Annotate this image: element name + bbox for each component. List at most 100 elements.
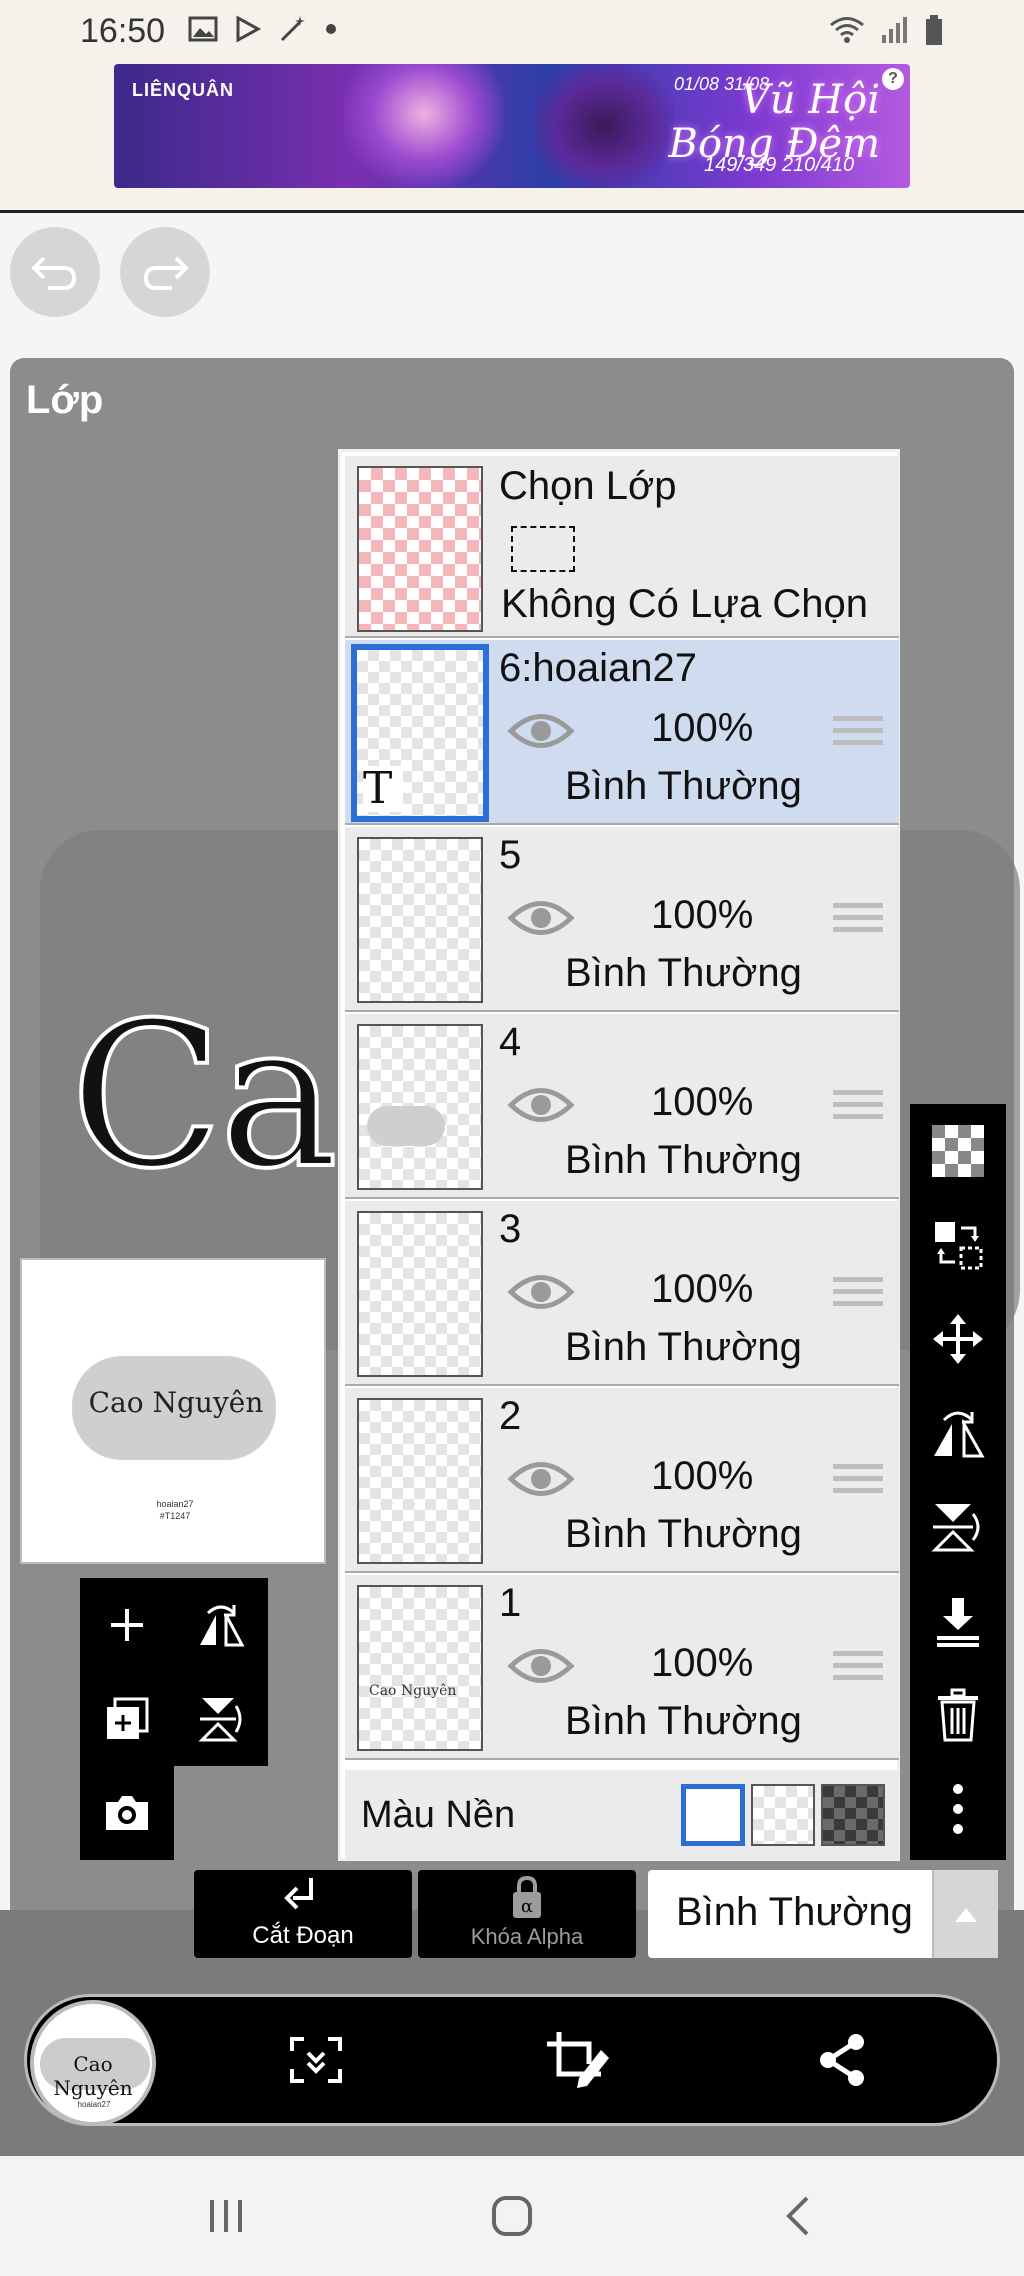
undo-button[interactable] [10,227,100,317]
recent-apps-button[interactable] [186,2186,266,2246]
layer-row-4[interactable]: 4 100% Bình Thường [345,1014,899,1199]
selection-layer-row[interactable]: Chọn Lớp Không Có Lựa Chọn [345,456,899,638]
delete-layer-button[interactable] [910,1668,1006,1762]
layer-blend-mode: Bình Thường [565,1512,802,1556]
swap-layers-icon [935,1222,983,1270]
add-layer-button[interactable] [80,1578,174,1672]
thumbnail-subtext: hoaian27 #T1247 [122,1498,228,1522]
layer-row-3[interactable]: 3 100% Bình Thường [345,1201,899,1386]
layer-thumbnail: T [351,644,489,822]
layer-name: 3 [499,1207,522,1251]
merge-down-button[interactable] [910,1574,1006,1668]
cloud-shape [367,1106,445,1146]
layer-opacity[interactable]: 100% [651,706,753,751]
layer-name: 2 [499,1394,522,1438]
alpha-lock-button[interactable]: α Khóa Alpha [418,1870,636,1958]
add-icon [111,1609,143,1641]
layer-name: 1 [499,1581,522,1625]
move-icon [933,1314,983,1364]
status-bar: 16:50 [0,0,1024,62]
layer-thumbnail [357,1211,483,1377]
wifi-icon [830,17,864,43]
layer-row-2[interactable]: · · · · · 2 100% Bình Thường [345,1388,899,1573]
drag-handle-icon[interactable] [833,716,883,756]
flip-vertical-button[interactable] [174,1672,268,1766]
blend-mode-value: Bình Thường [676,1890,913,1934]
redo-button[interactable] [120,227,210,317]
flip-vertical-icon [931,1504,980,1552]
transparency-button[interactable] [910,1104,1006,1198]
share-button[interactable] [806,2024,878,2096]
layer-opacity[interactable]: 100% [651,1641,753,1686]
layer-opacity[interactable]: 100% [651,1454,753,1499]
home-icon [492,2196,532,2236]
eye-icon[interactable] [507,708,575,754]
layer-opacity[interactable]: 100% [651,1267,753,1312]
drag-handle-icon[interactable] [833,1090,883,1130]
system-nav-bar [0,2156,1024,2276]
swap-layers-button[interactable] [910,1198,1006,1292]
flip-horizontal-icon [934,1411,985,1458]
thumbnail-sub-line2: #T1247 [159,1511,191,1521]
flip-vertical-button[interactable] [910,1480,1006,1574]
ad-info-icon[interactable]: ? [882,68,904,90]
drag-handle-icon[interactable] [833,1464,883,1504]
layer-row-1[interactable]: Cao Nguyên 1 100% Bình Thường [345,1575,899,1760]
canvas-thumbnail[interactable]: Cao Nguyên hoaian27 #T1247 [20,1258,326,1564]
svg-text:α: α [521,1896,533,1917]
move-button[interactable] [910,1292,1006,1386]
recent-apps-icon [210,2200,242,2232]
drag-handle-icon[interactable] [833,903,883,943]
duplicate-layer-button[interactable] [80,1672,174,1766]
ad-banner[interactable]: LIÊNQUÂN 01/08 31/08 Vũ Hội Bóng Đêm 149… [114,64,910,188]
clipping-label: Cắt Đoạn [252,1922,354,1949]
selection-marquee-icon [511,526,575,572]
layer-name: 4 [499,1020,522,1064]
layer-thumb-content: · · · · · [379,1496,431,1510]
drag-handle-icon[interactable] [833,1277,883,1317]
magic-wand-icon [280,16,305,42]
right-layer-toolbar [910,1104,1006,1860]
image-icon [188,16,218,42]
ad-title: Vũ Hội Bóng Đêm [669,78,880,166]
ad-scores: 149/349 210/410 [704,154,855,176]
alpha-lock-label: Khóa Alpha [470,1924,584,1949]
ad-title-line1: Vũ Hội [740,77,880,123]
alpha-lock-icon: α [513,1875,541,1918]
layer-opacity[interactable]: 100% [651,1080,753,1125]
camera-button[interactable] [80,1766,174,1860]
eye-icon[interactable] [507,1456,575,1502]
fit-screen-button[interactable] [280,2024,352,2096]
eye-icon[interactable] [507,895,575,941]
layer-name: 6:hoaian27 [499,646,697,690]
layer-list: Chọn Lớp Không Có Lựa Chọn T 6:hoaian27 … [338,449,900,1861]
flip-vertical-icon [198,1698,242,1742]
eye-icon[interactable] [507,1269,575,1315]
layer-opacity[interactable]: 100% [651,893,753,938]
chevron-up-icon[interactable] [932,1870,998,1958]
more-options-button[interactable] [910,1762,1006,1856]
blend-mode-select[interactable]: Bình Thường [648,1870,998,1958]
panel-title: Lớp [26,378,104,422]
layer-thumbnail: · · · · · [357,1398,483,1564]
eye-icon[interactable] [507,1082,575,1128]
background-white-swatch[interactable] [681,1784,745,1846]
home-button[interactable] [472,2186,552,2246]
drag-handle-icon[interactable] [833,1651,883,1691]
layer-blend-mode: Bình Thường [565,951,802,995]
gallery-thumbnail-button[interactable]: Cao Nguyên hoaian27 [30,2000,156,2126]
flip-horizontal-button[interactable] [910,1386,1006,1480]
background-color-row: Màu Nền [345,1770,899,1860]
clip-arrow-icon [284,1878,313,1910]
redo-icon [143,256,189,290]
background-dark-swatch[interactable] [821,1784,885,1846]
layer-row-6[interactable]: T 6:hoaian27 100% Bình Thường [345,640,899,825]
background-transparent-swatch[interactable] [751,1784,815,1846]
clipping-button[interactable]: Cắt Đoạn [194,1870,412,1958]
eye-icon[interactable] [507,1643,575,1689]
flip-layer-button[interactable] [174,1578,268,1672]
transform-button[interactable] [542,2024,614,2096]
more-icon [953,1784,963,1834]
layer-row-5[interactable]: 5 100% Bình Thường [345,827,899,1012]
back-button[interactable] [758,2186,838,2246]
